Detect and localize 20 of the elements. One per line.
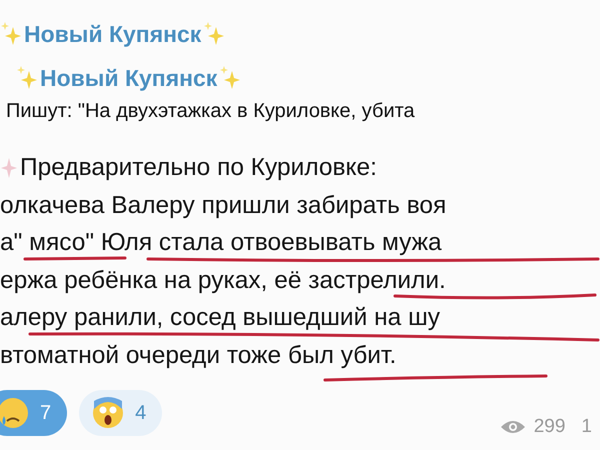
quoted-text: Пишут: "На двухэтажках в Куриловке, убита xyxy=(5,100,416,124)
sparkle-icon xyxy=(16,65,38,91)
screaming-face-icon xyxy=(91,395,126,431)
message-time: 1 xyxy=(581,416,592,438)
eye-icon xyxy=(500,419,526,435)
message-text: втоматной очереди тоже был убит. xyxy=(0,340,398,370)
channel-name[interactable]: Новый Купянск xyxy=(40,64,218,92)
message-text: а" мясо" Юля стала отвоевывать мужа xyxy=(0,228,443,258)
channel-name[interactable]: Новый Купянск xyxy=(24,20,202,48)
sparkle-icon xyxy=(203,21,226,47)
sparkle-icon xyxy=(219,65,242,91)
reaction-button[interactable]: 4 xyxy=(79,390,162,436)
view-count: 299 xyxy=(534,416,566,438)
message-text: Предварительно по Куриловке: xyxy=(20,153,377,183)
sparkle-icon xyxy=(0,21,22,47)
message-text: олкачева Валеру пришли забирать воя xyxy=(0,190,448,220)
message-text: ержа ребёнка на руках, её застрелили. xyxy=(0,266,447,296)
message-text: алеру ранили, сосед вышедший на шу xyxy=(0,303,441,333)
crying-face-icon xyxy=(0,396,30,430)
reaction-button[interactable]: 7 xyxy=(0,390,68,436)
